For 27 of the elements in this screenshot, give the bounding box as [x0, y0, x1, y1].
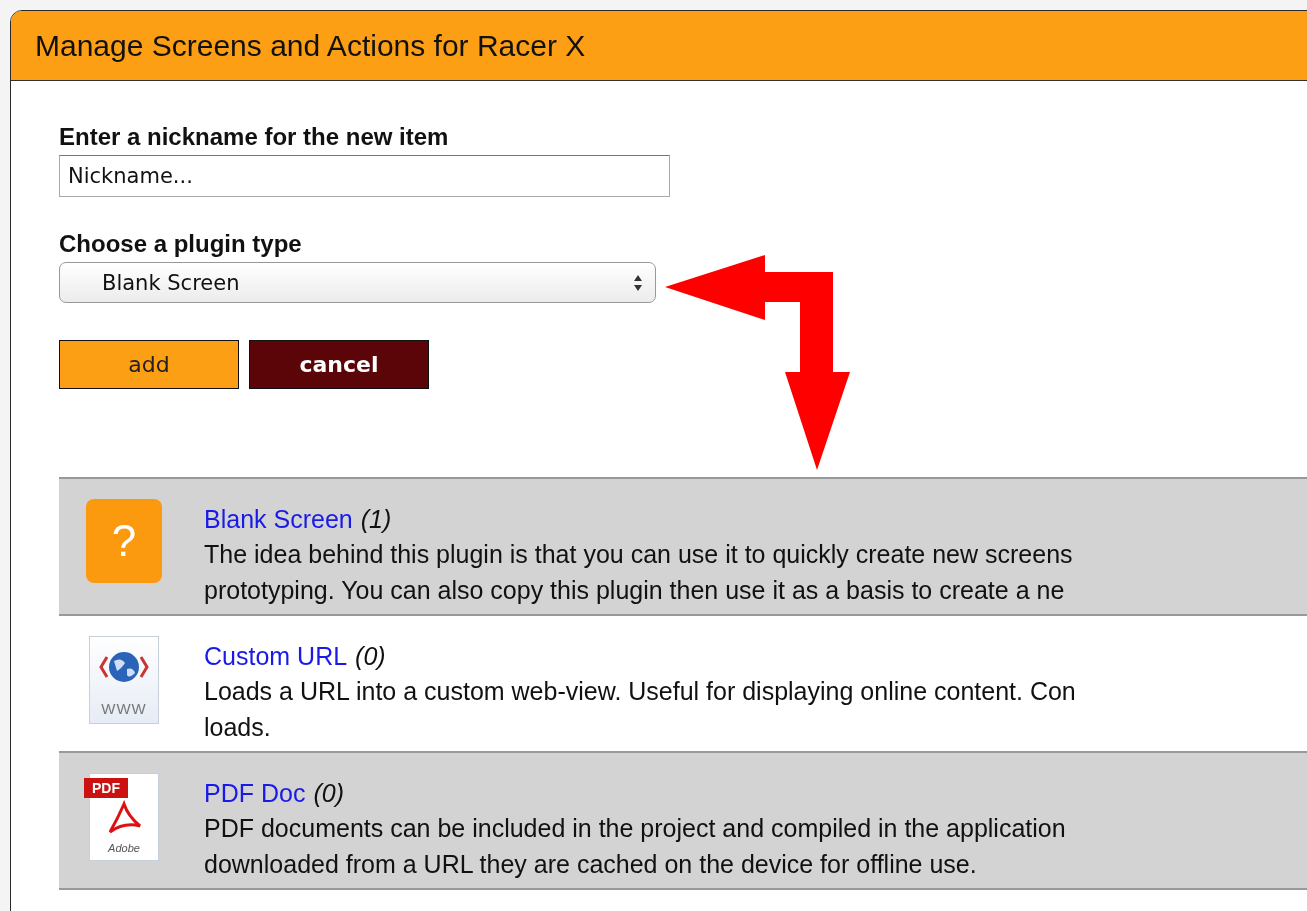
plugin-description: The idea behind this plugin is that you can use it to quickly create new screens — [204, 539, 1073, 570]
plugin-description: Loads a URL into a custom web-view. Useful for displaying online content. Con — [204, 676, 1076, 707]
www-label: WWW — [101, 700, 147, 717]
add-button[interactable]: add — [59, 340, 239, 389]
nickname-label: Enter a nickname for the new item — [59, 123, 450, 151]
help-icon: ? — [86, 499, 162, 583]
stepper-icon — [633, 273, 643, 292]
usage-count: (0) — [313, 778, 344, 809]
plugin-name-link[interactable]: Blank Screen — [204, 502, 353, 536]
nickname-field[interactable]: Nickname... — [59, 155, 670, 197]
plugin-description: downloaded from a URL they are cached on the device for offline use. — [204, 849, 978, 880]
cancel-button[interactable]: cancel — [249, 340, 429, 389]
plugin-type-label: Choose a plugin type — [59, 230, 303, 258]
pdf-label: PDF — [84, 778, 128, 798]
plugin-name-link[interactable]: Custom URL — [204, 639, 348, 673]
adobe-label: Adobe — [108, 842, 140, 854]
plugin-description: loads. — [204, 712, 272, 743]
plugin-row[interactable]: ? Blank Screen (1) The idea behind this plugin is that you can use it to quickly create new screens prototyping. You can also copy this plugin then use it as a basis to create a ne — [59, 479, 1307, 616]
globe-icon — [99, 649, 149, 685]
window-title: Manage Screens and Actions for Racer X — [35, 28, 586, 63]
plugin-description: prototyping. You can also copy this plugin then use it as a basis to create a ne — [204, 575, 1066, 606]
usage-count: (1) — [360, 504, 392, 535]
plugin-type-select[interactable]: Blank Screen — [59, 262, 656, 303]
plugin-row[interactable]: PDF Adobe PDF Doc (0) PDF documents can be included in the project and compiled in the application downloaded from a URL they are cached on the device for offline use. — [59, 753, 1307, 890]
usage-count: (0) — [355, 641, 386, 672]
plugin-description: PDF documents can be included in the project and compiled in the application — [204, 813, 1066, 844]
plugin-name-link[interactable]: PDF Doc — [204, 776, 306, 810]
